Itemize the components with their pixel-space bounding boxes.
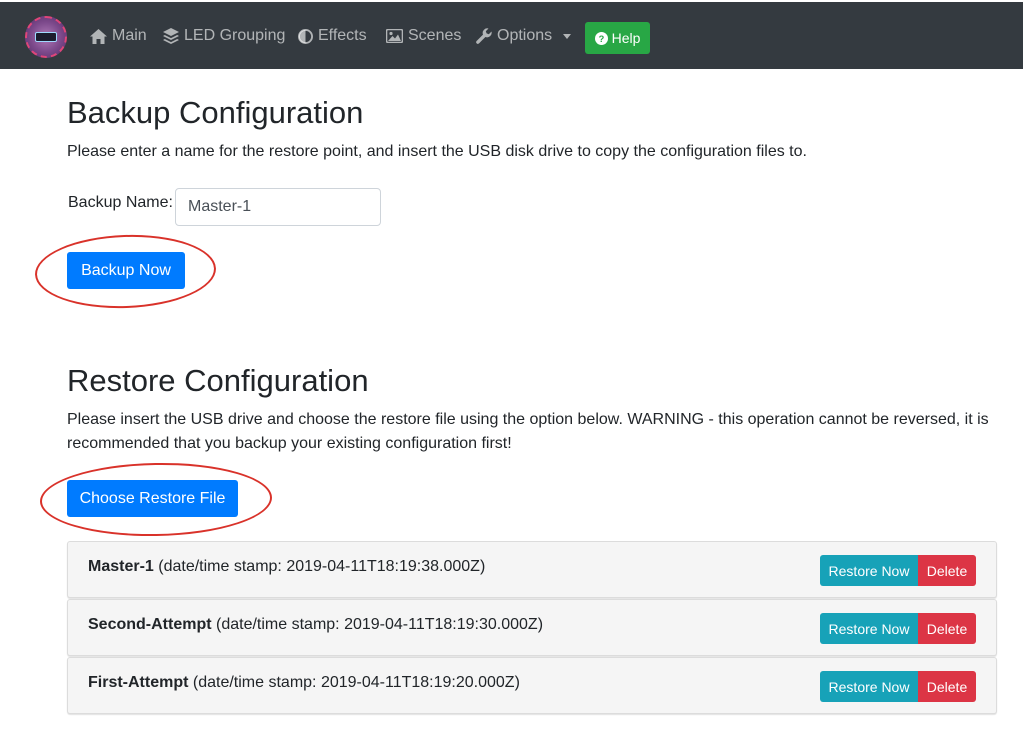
choose-restore-file-button[interactable]: Choose Restore File [67, 480, 238, 517]
nav-item-label: Scenes [408, 27, 462, 44]
nav-item-label: Main [112, 27, 147, 44]
layers-icon [163, 28, 179, 44]
restore-point-text: Master-1 (date/time stamp: 2019-04-11T18… [88, 558, 485, 576]
restore-point-item: First-Attempt (date/time stamp: 2019-04-… [67, 657, 997, 714]
restore-point-text: First-Attempt (date/time stamp: 2019-04-… [88, 674, 520, 692]
restore-point-text: Second-Attempt (date/time stamp: 2019-04… [88, 616, 543, 634]
image-icon [386, 29, 403, 43]
restore-point-name: Second-Attempt [88, 616, 212, 633]
top-navbar: Main LED Grouping Effects Scenes Options [0, 0, 1023, 69]
restore-description: Please insert the USB drive and choose t… [67, 411, 989, 452]
restore-point-list: Master-1 (date/time stamp: 2019-04-11T18… [67, 541, 997, 715]
backup-title: Backup Configuration [67, 95, 364, 130]
nav-item-main[interactable]: Main [90, 24, 147, 48]
question-circle-icon: ? [594, 31, 608, 45]
wrench-icon [476, 28, 492, 44]
restore-point-timestamp: (date/time stamp: 2019-04-11T18:19:20.00… [192, 674, 520, 691]
nav-item-label: Options [497, 27, 553, 44]
svg-text:?: ? [598, 34, 604, 44]
led-logo-icon [35, 32, 57, 42]
backup-now-button[interactable]: Backup Now [67, 252, 185, 289]
backup-name-input[interactable] [175, 188, 381, 226]
nav-item-label: Effects [318, 27, 367, 44]
adjust-icon [298, 28, 313, 44]
restore-point-name: Master-1 [88, 558, 154, 575]
restore-now-button[interactable]: Restore Now [820, 555, 918, 586]
restore-point-item: Master-1 (date/time stamp: 2019-04-11T18… [67, 541, 997, 598]
nav-item-options-dropdown[interactable]: Options [476, 24, 572, 48]
restore-point-timestamp: (date/time stamp: 2019-04-11T18:19:38.00… [158, 558, 486, 575]
help-button[interactable]: ? Help [585, 22, 650, 54]
delete-button[interactable]: Delete [918, 613, 976, 644]
restore-now-button[interactable]: Restore Now [820, 613, 918, 644]
delete-button[interactable]: Delete [918, 671, 976, 702]
nav-item-effects[interactable]: Effects [298, 24, 367, 48]
help-button-label: Help [611, 30, 641, 46]
brand-logo[interactable] [25, 16, 67, 58]
nav-item-scenes[interactable]: Scenes [386, 24, 461, 48]
restore-now-button[interactable]: Restore Now [820, 671, 918, 702]
caret-down-icon [563, 33, 572, 39]
restore-point-timestamp: (date/time stamp: 2019-04-11T18:19:30.00… [216, 616, 544, 633]
home-icon [90, 28, 107, 44]
restore-title: Restore Configuration [67, 363, 369, 398]
restore-point-item: Second-Attempt (date/time stamp: 2019-04… [67, 599, 997, 656]
backup-name-label: Backup Name: [68, 194, 173, 211]
restore-point-name: First-Attempt [88, 674, 189, 691]
backup-description: Please enter a name for the restore poin… [67, 143, 807, 160]
delete-button[interactable]: Delete [918, 555, 976, 586]
nav-item-label: LED Grouping [184, 27, 286, 44]
nav-item-led-grouping[interactable]: LED Grouping [163, 24, 285, 48]
